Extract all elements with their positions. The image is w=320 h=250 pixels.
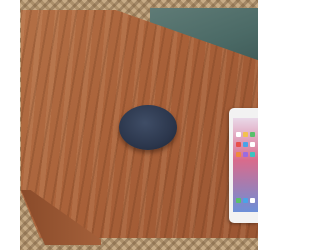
product-photo [0, 0, 258, 250]
app-icon [236, 132, 241, 137]
app-icon [250, 142, 255, 147]
app-icon [236, 142, 241, 147]
app-icon [243, 198, 248, 203]
app-icon [250, 152, 255, 157]
app-icon [243, 142, 248, 147]
app-icon [243, 152, 248, 157]
phone-screen [233, 118, 258, 212]
app-icon [236, 198, 241, 203]
app-icon [250, 198, 255, 203]
app-icon [236, 152, 241, 157]
charger-logo [141, 120, 157, 128]
app-icon [250, 132, 255, 137]
app-icon [243, 132, 248, 137]
